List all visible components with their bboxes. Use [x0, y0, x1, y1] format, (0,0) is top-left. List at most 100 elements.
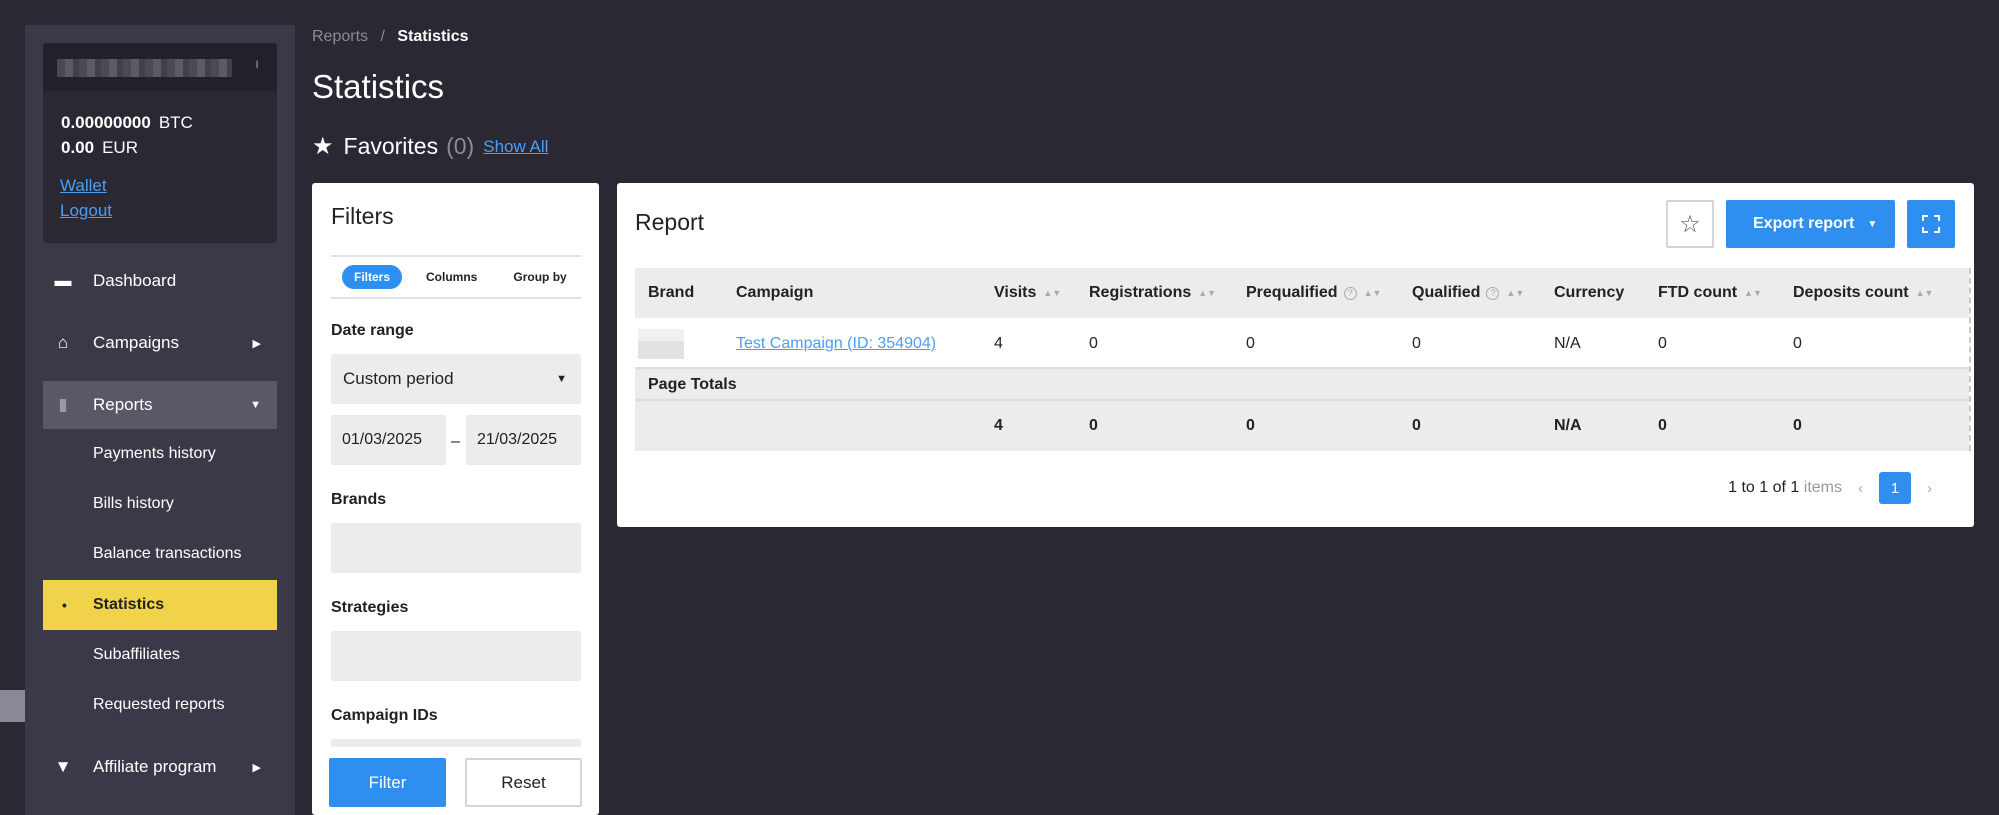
brands-select[interactable] [331, 523, 581, 573]
total-qualified: 0 [1412, 417, 1421, 434]
date-to-input[interactable]: 21/03/2025 [466, 415, 581, 465]
export-report-button[interactable]: Export report ▼ [1726, 200, 1895, 248]
column-header-brand: Brand [648, 284, 695, 301]
fullscreen-icon [1922, 215, 1940, 233]
sidebar-subitem-statistics[interactable]: • Statistics [43, 580, 277, 630]
deposits-count-cell: 0 [1793, 334, 1802, 352]
eur-currency: EUR [102, 138, 138, 157]
wallet-link[interactable]: Wallet [60, 176, 107, 196]
sidebar-item-campaigns[interactable]: ⌂ Campaigns ▶ [43, 319, 277, 367]
sidebar-item-label: Affiliate program [93, 757, 217, 776]
column-header-deposits-count[interactable]: Deposits count ▲▼ [1793, 268, 1933, 318]
column-header-prequalified[interactable]: Prequalified? ▲▼ [1246, 268, 1381, 318]
breadcrumb: Reports / Statistics [312, 28, 469, 46]
total-ftd-count: 0 [1658, 417, 1667, 434]
column-header-ftd-count[interactable]: FTD count ▲▼ [1658, 268, 1762, 318]
total-registrations: 0 [1089, 417, 1098, 434]
side-scroll-handle[interactable] [0, 690, 25, 722]
page-number-button[interactable]: 1 [1879, 472, 1911, 504]
date-range-value: Custom period [343, 369, 454, 388]
date-range-label: Date range [331, 322, 414, 339]
sort-icon[interactable]: ▲▼ [1506, 289, 1524, 298]
sort-icon[interactable]: ▲▼ [1043, 289, 1061, 298]
page-title: Statistics [312, 68, 445, 105]
report-table: Brand Campaign Visits ▲▼ Registrations ▲▼ … [635, 268, 1971, 451]
campaign-ids-input[interactable] [331, 739, 581, 747]
sidebar-subitem-payments-history[interactable]: Payments history [43, 429, 277, 479]
date-from-input[interactable]: 01/03/2025 [331, 415, 446, 465]
sidebar-item-label: Dashboard [93, 271, 177, 290]
sort-icon[interactable]: ▲▼ [1744, 289, 1762, 298]
prequalified-cell: 0 [1246, 334, 1255, 352]
total-currency: N/A [1554, 417, 1582, 434]
sidebar-item-label: Campaigns [93, 333, 179, 352]
account-name-blurred [57, 59, 232, 77]
sidebar-subitem-requested-reports[interactable]: Requested reports [43, 680, 277, 730]
report-title: Report [635, 209, 705, 235]
total-prequalified: 0 [1246, 417, 1255, 434]
registrations-cell: 0 [1089, 334, 1098, 352]
account-panel: ╷ 0.00000000 BTC 0.00 EUR Wallet Logout [43, 43, 277, 243]
breadcrumb-current: Statistics [397, 28, 469, 45]
btc-currency: BTC [158, 113, 193, 132]
tab-filters[interactable]: Filters [342, 265, 403, 289]
home-icon: ⌂ [57, 333, 69, 352]
reset-button[interactable]: Reset [465, 758, 582, 807]
sidebar-item-dashboard[interactable]: ▬ Dashboard [43, 257, 277, 305]
date-range-select[interactable]: Custom period ▼ [331, 354, 581, 404]
account-toggle-icon[interactable]: ╷ [253, 53, 261, 69]
strategies-select[interactable] [331, 631, 581, 681]
sidebar-item-reports[interactable]: ▮ Reports ▼ [43, 381, 277, 429]
sidebar-item-affiliate-program[interactable]: ▼ Affiliate program ▶ [43, 743, 277, 791]
star-outline-icon: ☆ [1679, 210, 1701, 238]
column-header-registrations[interactable]: Registrations ▲▼ [1089, 268, 1216, 318]
table-row: Test Campaign (ID: 354904) 4 0 0 0 N/A 0… [635, 318, 1969, 369]
campaign-link[interactable]: Test Campaign (ID: 354904) [736, 335, 936, 353]
add-favorite-button[interactable]: ☆ [1666, 200, 1714, 248]
filter-button[interactable]: Filter [329, 758, 446, 807]
column-header-visits[interactable]: Visits ▲▼ [994, 268, 1061, 318]
active-dot-icon: • [62, 597, 67, 613]
help-icon[interactable]: ? [1486, 286, 1500, 300]
chevron-right-icon: ▶ [252, 337, 261, 350]
report-panel: Report ☆ Export report ▼ Brand Campaign … [617, 183, 1974, 527]
favorites-label: Favorites [343, 133, 439, 159]
show-all-link[interactable]: Show All [483, 137, 548, 157]
btc-balance: 0.00000000 BTC [61, 113, 193, 133]
campaign-cell: Test Campaign (ID: 354904) [736, 318, 936, 369]
filters-tabs: Filters Columns Group by [331, 255, 581, 299]
column-header-qualified[interactable]: Qualified? ▲▼ [1412, 268, 1524, 318]
page-totals-label: Page Totals [648, 376, 737, 393]
sidebar-subitem-balance-transactions[interactable]: Balance transactions [43, 529, 277, 579]
btc-amount: 0.00000000 [61, 113, 151, 132]
chevron-down-icon: ▼ [250, 399, 261, 411]
chevron-right-icon: ▶ [252, 761, 261, 774]
sort-icon[interactable]: ▲▼ [1364, 289, 1382, 298]
column-header-currency: Currency [1554, 284, 1625, 301]
tab-columns[interactable]: Columns [414, 265, 489, 289]
tab-group-by[interactable]: Group by [501, 265, 578, 289]
sidebar-item-label: Statistics [93, 596, 165, 613]
visits-cell: 4 [994, 334, 1003, 352]
caret-down-icon: ▼ [556, 373, 567, 385]
qualified-cell: 0 [1412, 334, 1421, 352]
chevron-left-icon[interactable]: ‹ [1858, 480, 1863, 497]
breadcrumb-separator: / [380, 28, 385, 45]
sidebar: ╷ 0.00000000 BTC 0.00 EUR Wallet Logout ▬ … [25, 25, 295, 815]
sidebar-subitem-subaffiliates[interactable]: Subaffiliates [43, 630, 277, 680]
sidebar-item-label: Reports [93, 395, 153, 414]
sort-icon[interactable]: ▲▼ [1198, 289, 1216, 298]
column-header-campaign: Campaign [736, 284, 814, 301]
total-deposits-count: 0 [1793, 417, 1802, 434]
brands-label: Brands [331, 491, 387, 508]
filters-title: Filters [331, 203, 394, 229]
sidebar-subitem-bills-history[interactable]: Bills history [43, 479, 277, 529]
help-icon[interactable]: ? [1343, 286, 1357, 300]
fullscreen-button[interactable] [1907, 200, 1955, 248]
favorites-bar: ★ Favorites (0) Show All [312, 132, 548, 161]
logout-link[interactable]: Logout [60, 201, 112, 221]
sort-icon[interactable]: ▲▼ [1916, 289, 1934, 298]
breadcrumb-reports[interactable]: Reports [312, 28, 368, 45]
chevron-right-icon[interactable]: › [1927, 480, 1932, 497]
account-header[interactable]: ╷ [43, 43, 277, 91]
